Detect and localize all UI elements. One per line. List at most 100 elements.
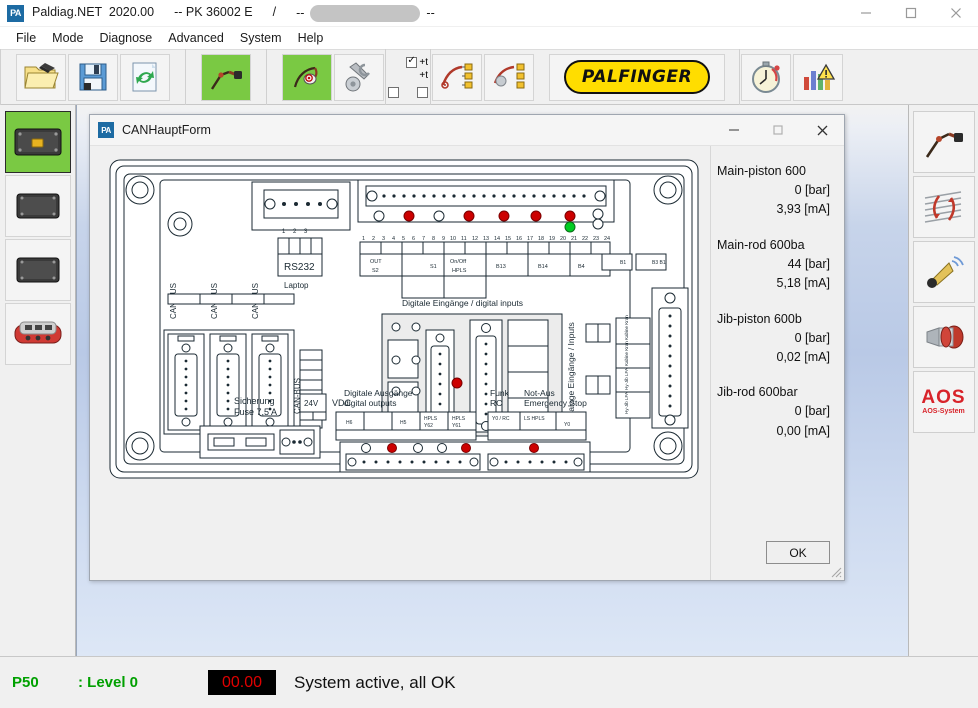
mdi-client-area: PA CANHauptForm — [76, 105, 908, 656]
sidebar-item-control-box-1[interactable] — [5, 111, 71, 173]
digital-inputs-label: Digitale Eingänge / digital inputs — [402, 298, 523, 308]
svg-text:Digitale Ausgänge: Digitale Ausgänge — [344, 388, 413, 398]
sidebar-item-aos-system[interactable]: AOS AOS-System — [913, 371, 975, 433]
maximize-icon[interactable] — [888, 0, 933, 27]
outriggers-icon — [921, 186, 967, 228]
svg-text:Y61: Y61 — [452, 423, 461, 429]
dialog-title: CANHauptForm — [122, 123, 211, 137]
svg-text:20: 20 — [560, 236, 566, 242]
tools-button[interactable] — [282, 54, 332, 101]
svg-text:On/Off: On/Off — [450, 259, 467, 265]
stopwatch-icon — [747, 59, 785, 95]
brand-logo-button[interactable]: PALFINGER — [549, 54, 725, 101]
minimize-icon[interactable] — [843, 0, 888, 27]
save-button[interactable] — [68, 54, 118, 101]
svg-text:13: 13 — [483, 236, 489, 242]
measurement-group-main-rod: Main-rod 600ba 44 [bar] 5,18 [mA] — [717, 238, 832, 294]
window-titlebar: PA Paldiag.NET 2020.00-- PK 36002 E/---- — [0, 0, 978, 27]
menu-item-help[interactable]: Help — [290, 29, 332, 47]
svg-text:9: 9 — [442, 236, 445, 242]
svg-text:B14: B14 — [538, 264, 548, 270]
svg-text:OUT: OUT — [370, 259, 382, 265]
sidebar-item-horn[interactable] — [913, 241, 975, 303]
sidebar-item-remote-control[interactable] — [5, 303, 71, 365]
toolbar-spacer — [725, 50, 739, 104]
crane-parameters-button[interactable] — [432, 54, 482, 101]
toolbar-spacer — [1, 50, 15, 104]
window-controls — [843, 0, 978, 27]
measurement-pressure: 0 [bar] — [717, 329, 832, 348]
dialog-close-icon[interactable] — [800, 115, 844, 146]
wrench-gear-icon — [340, 59, 378, 95]
left-sidebar — [0, 105, 76, 656]
window-title: Paldiag.NET 2020.00-- PK 36002 E/---- — [32, 5, 435, 22]
svg-text:Kabine Kran: Kabine Kran — [624, 315, 629, 340]
svg-text:Y62: Y62 — [424, 423, 433, 429]
status-level: : Level 0 — [78, 674, 208, 691]
control-box-icon — [14, 191, 62, 221]
svg-text:19: 19 — [549, 236, 555, 242]
menu-item-advanced[interactable]: Advanced — [160, 29, 232, 47]
status-message: System active, all OK — [294, 673, 456, 693]
menubar: File Mode Diagnose Advanced System Help — [0, 27, 978, 49]
refresh-button[interactable] — [120, 54, 170, 101]
svg-text:Funk: Funk — [490, 388, 510, 398]
close-icon[interactable] — [933, 0, 978, 27]
crane-params-grey-icon — [490, 59, 528, 95]
svg-text:4: 4 — [392, 236, 395, 242]
open-file-button[interactable] — [16, 54, 66, 101]
dialog-titlebar[interactable]: PA CANHauptForm — [90, 115, 844, 146]
svg-text:10: 10 — [450, 236, 456, 242]
center-status-led — [452, 378, 462, 388]
svg-text:Emergency Stop: Emergency Stop — [524, 398, 587, 408]
svg-text:23: 23 — [593, 236, 599, 242]
resize-grip-icon[interactable] — [828, 564, 842, 578]
menu-item-diagnose[interactable]: Diagnose — [91, 29, 160, 47]
dialog-body: 1 2 3 RS232 Laptop CAN-BUS CAN-BUS CAN-B… — [90, 146, 844, 580]
window-title-suffix-left: -- — [296, 5, 304, 19]
sidebar-item-emergency-stop[interactable] — [913, 306, 975, 368]
palfinger-logo: PALFINGER — [564, 60, 710, 94]
aos-label: AOS — [921, 388, 965, 408]
operating-hours-button[interactable] — [741, 54, 791, 101]
crane-icon — [921, 121, 967, 163]
control-box-icon — [14, 255, 62, 285]
dialog-maximize-icon[interactable] — [756, 115, 800, 146]
wrench-settings-button[interactable] — [334, 54, 384, 101]
sidebar-item-crane-view[interactable] — [913, 111, 975, 173]
board-schematic-pane: 1 2 3 RS232 Laptop CAN-BUS CAN-BUS CAN-B… — [90, 146, 710, 580]
time-checkbox-right[interactable] — [417, 87, 428, 98]
sidebar-item-control-box-2[interactable] — [5, 175, 71, 237]
measurement-group-main-piston: Main-piston 600 0 [bar] 3,93 [mA] — [717, 164, 832, 220]
time-checkbox-top[interactable] — [406, 57, 417, 68]
window-title-separator: / — [273, 5, 276, 19]
measurement-title: Jib-piston 600b — [717, 312, 832, 326]
window-title-suffix-right: -- — [426, 5, 434, 19]
svg-text:HPLS: HPLS — [452, 416, 466, 422]
sidebar-item-control-box-3[interactable] — [5, 239, 71, 301]
dialog-minimize-icon[interactable] — [712, 115, 756, 146]
menu-item-system[interactable]: System — [232, 29, 290, 47]
window-title-model: -- PK 36002 E — [174, 5, 253, 19]
crane-parameters-2-button[interactable] — [484, 54, 534, 101]
svg-text:15: 15 — [505, 236, 511, 242]
menu-item-file[interactable]: File — [8, 29, 44, 47]
time-checkbox-left[interactable] — [388, 87, 399, 98]
ok-button[interactable]: OK — [766, 541, 830, 564]
measurement-current: 0,02 [mA] — [717, 348, 832, 367]
brand-label: PALFINGER — [582, 67, 692, 87]
time-option-row-mid: +t — [388, 69, 428, 82]
crane-params-icon — [438, 59, 476, 95]
svg-text:1: 1 — [362, 236, 365, 242]
svg-text:Hy-Jib LFA: Hy-Jib LFA — [624, 368, 629, 390]
svg-text:7: 7 — [422, 236, 425, 242]
measurement-title: Jib-rod 600bar — [717, 385, 832, 399]
sidebar-item-stabilizers[interactable] — [913, 176, 975, 238]
svg-text:HPLS: HPLS — [424, 416, 438, 422]
svg-text:digital outputs: digital outputs — [344, 398, 396, 408]
measurement-title: Main-rod 600ba — [717, 238, 832, 252]
menu-item-mode[interactable]: Mode — [44, 29, 91, 47]
statistics-button[interactable] — [793, 54, 843, 101]
crane-view-button[interactable] — [201, 54, 251, 101]
crane-green-icon — [207, 59, 245, 95]
